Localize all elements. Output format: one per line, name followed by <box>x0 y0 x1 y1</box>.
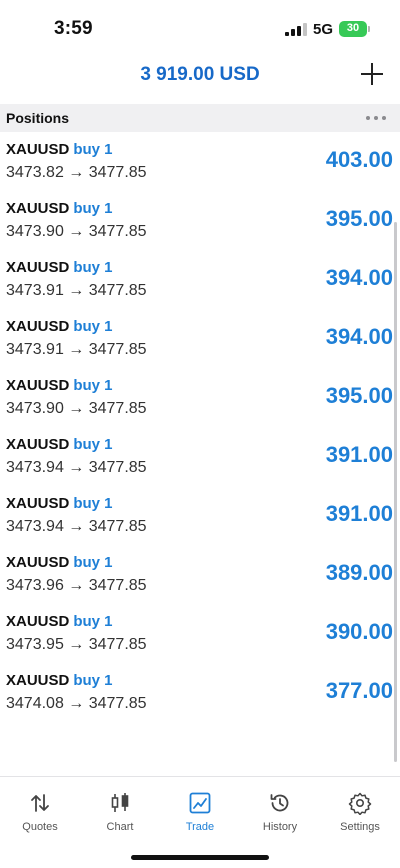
position-symbol: XAUUSD buy 1 <box>6 554 113 571</box>
tab-chart[interactable]: Chart <box>80 791 160 841</box>
symbol-text: XAUUSD <box>6 436 70 453</box>
scroll-indicator[interactable] <box>394 222 397 762</box>
candlestick-icon <box>111 793 129 812</box>
position-row[interactable]: XAUUSD buy 1 3473.90 → 3477.85 395.00 <box>0 368 400 427</box>
position-side: buy 1 <box>73 141 113 158</box>
quotes-arrows-icon <box>31 794 49 812</box>
position-symbol: XAUUSD buy 1 <box>6 141 113 158</box>
signal-icon <box>285 23 307 36</box>
symbol-text: XAUUSD <box>6 554 70 571</box>
more-options-icon[interactable] <box>364 110 388 126</box>
position-side: buy 1 <box>73 318 113 335</box>
symbol-text: XAUUSD <box>6 495 70 512</box>
position-prices: 3473.91 → 3477.85 <box>6 282 147 299</box>
tab-history[interactable]: History <box>240 791 320 841</box>
position-symbol: XAUUSD buy 1 <box>6 613 113 630</box>
app-screen: 3:59 5G 30 3 919.00 USD Positions XAUUSD… <box>0 0 400 868</box>
battery-cap <box>368 26 370 32</box>
positions-header: Positions <box>0 104 400 132</box>
position-symbol: XAUUSD buy 1 <box>6 495 113 512</box>
position-side: buy 1 <box>73 377 113 394</box>
symbol-text: XAUUSD <box>6 318 70 335</box>
positions-list: XAUUSD buy 1 3473.82 → 3477.85 403.00 XAU… <box>0 132 400 722</box>
position-row[interactable]: XAUUSD buy 1 3474.08 → 3477.85 377.00 <box>0 663 400 722</box>
symbol-text: XAUUSD <box>6 672 70 689</box>
symbol-text: XAUUSD <box>6 141 70 158</box>
position-row[interactable]: XAUUSD buy 1 3473.90 → 3477.85 395.00 <box>0 191 400 250</box>
battery-level: 30 <box>346 22 360 34</box>
position-row[interactable]: XAUUSD buy 1 3473.96 → 3477.85 389.00 <box>0 545 400 604</box>
position-profit: 394.00 <box>325 265 393 290</box>
position-prices: 3473.90 → 3477.85 <box>6 223 147 240</box>
position-row[interactable]: XAUUSD buy 1 3473.82 → 3477.85 403.00 <box>0 132 400 191</box>
position-row[interactable]: XAUUSD buy 1 3473.95 → 3477.85 390.00 <box>0 604 400 663</box>
gear-icon <box>348 792 372 815</box>
status-time: 3:59 <box>54 18 93 39</box>
symbol-text: XAUUSD <box>6 377 70 394</box>
status-bar: 3:59 5G 30 <box>0 0 400 56</box>
new-order-button[interactable] <box>358 60 386 88</box>
tab-label: Trade <box>185 821 215 833</box>
position-prices: 3473.94 → 3477.85 <box>6 518 147 535</box>
tab-label: History <box>262 821 298 833</box>
position-prices: 3473.90 → 3477.85 <box>6 400 147 417</box>
symbol-text: XAUUSD <box>6 259 70 276</box>
position-profit: 391.00 <box>325 442 393 467</box>
tab-label: Chart <box>106 821 134 833</box>
tab-label: Quotes <box>22 821 58 833</box>
tab-label: Settings <box>340 821 380 833</box>
position-profit: 389.00 <box>325 560 393 585</box>
tab-quotes[interactable]: Quotes <box>0 791 80 841</box>
position-symbol: XAUUSD buy 1 <box>6 436 113 453</box>
tab-trade[interactable]: Trade <box>160 791 240 841</box>
history-clock-icon <box>270 794 289 812</box>
position-prices: 3474.08 → 3477.85 <box>6 695 147 712</box>
position-row[interactable]: XAUUSD buy 1 3473.94 → 3477.85 391.00 <box>0 427 400 486</box>
position-profit: 377.00 <box>325 678 393 703</box>
position-side: buy 1 <box>73 672 113 689</box>
position-prices: 3473.96 → 3477.85 <box>6 577 147 594</box>
position-symbol: XAUUSD buy 1 <box>6 259 113 276</box>
trade-chart-icon <box>189 792 211 814</box>
position-side: buy 1 <box>73 436 113 453</box>
position-symbol: XAUUSD buy 1 <box>6 200 113 217</box>
position-prices: 3473.82 → 3477.85 <box>6 164 147 181</box>
network-type: 5G <box>313 21 334 38</box>
position-prices: 3473.91 → 3477.85 <box>6 341 147 358</box>
trade-header: 3 919.00 USD <box>0 56 400 98</box>
symbol-text: XAUUSD <box>6 613 70 630</box>
position-symbol: XAUUSD buy 1 <box>6 377 113 394</box>
positions-title: Positions <box>6 110 70 126</box>
position-profit: 395.00 <box>325 206 393 231</box>
position-prices: 3473.95 → 3477.85 <box>6 636 147 653</box>
position-side: buy 1 <box>73 200 113 217</box>
position-side: buy 1 <box>73 259 113 276</box>
position-prices: 3473.94 → 3477.85 <box>6 459 147 476</box>
home-indicator[interactable] <box>131 855 269 860</box>
position-row[interactable]: XAUUSD buy 1 3473.91 → 3477.85 394.00 <box>0 309 400 368</box>
position-profit: 391.00 <box>325 501 393 526</box>
tab-settings[interactable]: Settings <box>320 791 400 841</box>
position-row[interactable]: XAUUSD buy 1 3473.94 → 3477.85 391.00 <box>0 486 400 545</box>
position-side: buy 1 <box>73 554 113 571</box>
position-row[interactable]: XAUUSD buy 1 3473.91 → 3477.85 394.00 <box>0 250 400 309</box>
battery-icon: 30 <box>339 21 367 37</box>
position-profit: 403.00 <box>325 147 393 172</box>
position-profit: 395.00 <box>325 383 393 408</box>
position-symbol: XAUUSD buy 1 <box>6 318 113 335</box>
symbol-text: XAUUSD <box>6 200 70 217</box>
position-profit: 394.00 <box>325 324 393 349</box>
position-side: buy 1 <box>73 613 113 630</box>
account-balance: 3 919.00 USD <box>140 64 260 85</box>
position-side: buy 1 <box>73 495 113 512</box>
position-symbol: XAUUSD buy 1 <box>6 672 113 689</box>
position-profit: 390.00 <box>325 619 393 644</box>
